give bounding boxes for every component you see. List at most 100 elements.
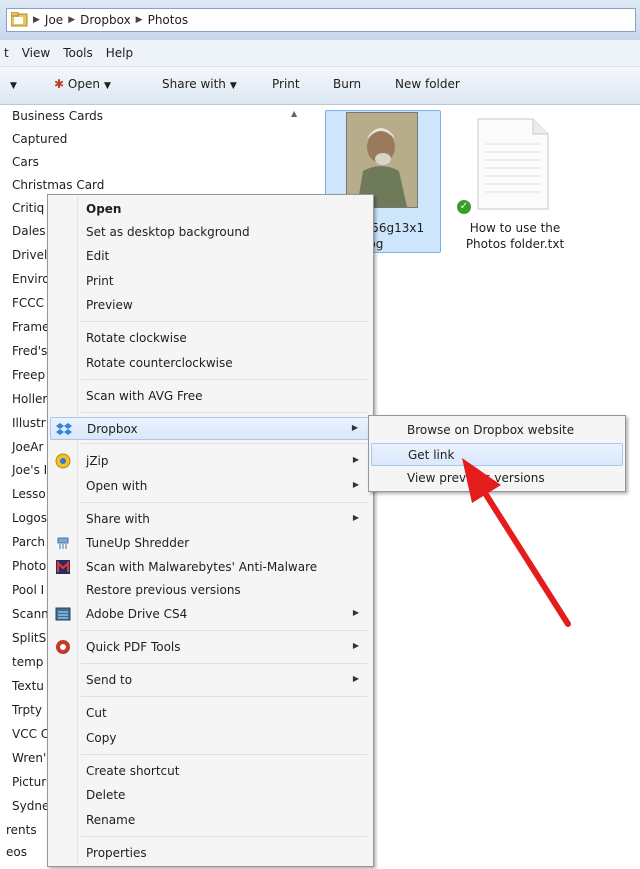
print-button[interactable]: Print — [272, 77, 300, 91]
menu-separator — [81, 321, 367, 322]
nav-item[interactable]: temp — [12, 651, 43, 673]
address-bar[interactable]: ▶ Joe ▶ Dropbox ▶ Photos — [6, 8, 636, 32]
nav-item[interactable]: Business Cards — [12, 105, 103, 127]
nav-item[interactable]: Wren' — [12, 747, 46, 769]
nav-item[interactable]: eos — [6, 841, 27, 863]
nav-item[interactable]: Fred's — [12, 340, 47, 362]
menu-item-malwarebytes[interactable]: Scan with Malwarebytes' Anti-Malware — [50, 556, 371, 579]
menu-item-properties[interactable]: Properties — [50, 842, 371, 865]
nav-item[interactable]: Drivel — [12, 244, 47, 266]
nav-item[interactable]: Frame — [12, 316, 49, 338]
nav-item[interactable]: Textu — [12, 675, 44, 697]
menu-item-rotate-clockwise[interactable]: Rotate clockwise — [50, 327, 371, 350]
new-folder-button[interactable]: New folder — [395, 77, 460, 91]
nav-item[interactable]: Christmas Card — [12, 174, 104, 196]
scroll-up-arrow-icon[interactable]: ▲ — [291, 109, 297, 118]
menu-item-tuneup-shredder[interactable]: TuneUp Shredder — [50, 532, 371, 555]
menu-help[interactable]: Help — [106, 46, 133, 60]
menu-label: Send to — [86, 673, 133, 687]
quick-pdf-icon — [56, 640, 70, 654]
nav-item[interactable]: SplitS — [12, 627, 46, 649]
nav-item[interactable]: Photo — [12, 555, 46, 577]
menu-item-quick-pdf-tools[interactable]: Quick PDF Tools ▶ — [50, 636, 371, 659]
submenu-arrow-icon: ▶ — [352, 674, 359, 683]
menu-item-delete[interactable]: Delete — [50, 784, 371, 807]
breadcrumb-photos[interactable]: Photos — [148, 13, 188, 27]
txt-filename-line2[interactable]: Photos folder.txt — [457, 236, 573, 252]
breadcrumb-dropbox[interactable]: Dropbox — [80, 13, 131, 27]
nav-item[interactable]: Parch — [12, 531, 45, 553]
menu-item-share-with[interactable]: Share with ▶ — [50, 508, 371, 531]
submenu-item-browse-on-dropbox[interactable]: Browse on Dropbox website — [371, 419, 623, 442]
menu-item-scan-avg[interactable]: Scan with AVG Free — [50, 385, 371, 408]
menu-label: Get link — [408, 448, 455, 462]
menu-label: Delete — [86, 788, 126, 802]
menu-item-open-with[interactable]: Open with ▶ — [50, 475, 371, 498]
nav-item[interactable]: FCCC — [12, 292, 44, 314]
menu-separator — [81, 443, 367, 444]
nav-item[interactable]: Lesso — [12, 483, 46, 505]
text-file-icon[interactable] — [477, 118, 549, 210]
menu-item-edit[interactable]: Edit — [50, 245, 371, 268]
burn-button[interactable]: Burn — [333, 77, 361, 91]
share-with-button[interactable]: Share with ▼ — [162, 77, 237, 91]
dropbox-icon — [56, 423, 72, 435]
man-portrait-image — [347, 113, 417, 207]
menu-label: Preview — [86, 298, 133, 312]
menu-label: Scan with AVG Free — [86, 389, 203, 403]
nav-item[interactable]: Sydne — [12, 795, 49, 817]
menu-item-send-to[interactable]: Send to ▶ — [50, 669, 371, 692]
nav-item[interactable]: Enviro — [12, 268, 50, 290]
menu-item-adobe-drive[interactable]: Adobe Drive CS4 ▶ — [50, 603, 371, 626]
nav-item[interactable]: Illustr — [12, 412, 46, 434]
submenu-item-view-previous-versions[interactable]: View previous versions — [371, 467, 623, 490]
nav-item[interactable]: Captured — [12, 128, 67, 150]
menu-item-rename[interactable]: Rename — [50, 809, 371, 832]
menu-item-create-shortcut[interactable]: Create shortcut — [50, 760, 371, 783]
nav-item[interactable]: Critiq — [12, 197, 44, 219]
nav-item[interactable]: Scann — [12, 603, 49, 625]
menu-label: Browse on Dropbox website — [407, 423, 575, 437]
organize-caret-icon[interactable]: ▼ — [6, 77, 17, 91]
menu-item-cut[interactable]: Cut — [50, 702, 371, 725]
menu-bar: t View Tools Help — [0, 40, 640, 67]
nav-item[interactable]: Trpty — [12, 699, 42, 721]
nav-item[interactable]: JoeAr — [12, 436, 43, 458]
submenu-arrow-icon: ▶ — [352, 513, 359, 522]
menu-separator — [81, 412, 367, 413]
menu-item-set-desktop-background[interactable]: Set as desktop background — [50, 221, 371, 244]
breadcrumb-joe[interactable]: Joe — [45, 13, 63, 27]
menu-separator — [81, 754, 367, 755]
malwarebytes-icon — [56, 560, 70, 574]
menu-label: Cut — [86, 706, 107, 720]
nav-item[interactable]: Cars — [12, 151, 39, 173]
submenu-arrow-icon: ▶ — [352, 480, 359, 489]
txt-filename-line1[interactable]: How to use the — [457, 220, 573, 236]
menu-label: Print — [86, 274, 114, 288]
menu-tools[interactable]: Tools — [63, 46, 93, 60]
nav-item[interactable]: rents — [6, 819, 37, 841]
open-button[interactable]: ✱ Open ▼ — [54, 77, 111, 91]
nav-item[interactable]: VCC C — [12, 723, 49, 745]
nav-item[interactable]: Dales — [12, 220, 46, 242]
menu-label: Create shortcut — [86, 764, 180, 778]
menu-edit-partial[interactable]: t — [4, 46, 9, 60]
menu-view[interactable]: View — [22, 46, 50, 60]
menu-item-jzip[interactable]: jZip ▶ — [50, 450, 371, 473]
nav-item[interactable]: Pool I — [12, 579, 44, 601]
nav-item[interactable]: Freep — [12, 364, 45, 386]
nav-item[interactable]: Joe's I — [12, 459, 47, 481]
menu-item-restore-previous-versions[interactable]: Restore previous versions — [50, 579, 371, 602]
dropbox-submenu: Browse on Dropbox website Get link View … — [368, 415, 626, 492]
nav-item[interactable]: Holler — [12, 388, 47, 410]
submenu-arrow-icon: ▶ — [352, 608, 359, 617]
menu-item-dropbox[interactable]: Dropbox ▶ — [50, 417, 371, 440]
menu-item-rotate-counterclockwise[interactable]: Rotate counterclockwise — [50, 352, 371, 375]
submenu-item-get-link[interactable]: Get link — [371, 443, 623, 466]
menu-item-preview[interactable]: Preview — [50, 294, 371, 317]
nav-item[interactable]: Logos — [12, 507, 47, 529]
menu-item-copy[interactable]: Copy — [50, 727, 371, 750]
menu-item-print[interactable]: Print — [50, 270, 371, 293]
nav-item[interactable]: Pictur — [12, 771, 46, 793]
menu-item-open[interactable]: Open — [50, 198, 371, 221]
